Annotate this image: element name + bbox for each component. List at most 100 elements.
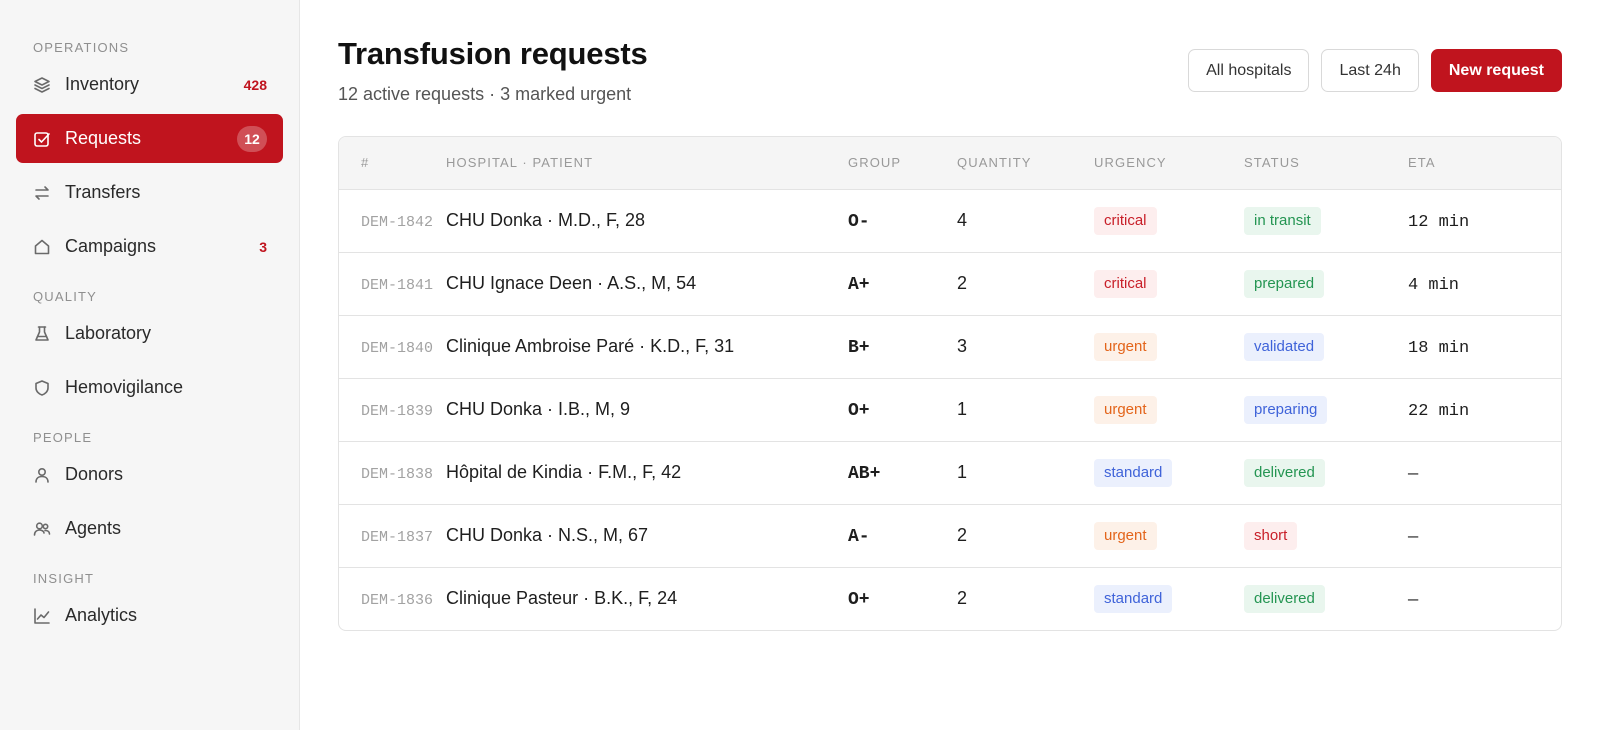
urgency-badge: standard [1094, 584, 1173, 613]
sidebar-item-count-badge: 428 [243, 76, 267, 93]
blood-group: A+ [848, 274, 870, 295]
page-subtitle: 12 active requests · 3 marked urgent [338, 84, 632, 104]
blood-group: O- [848, 211, 870, 232]
sidebar-item-laboratory[interactable]: Laboratory [16, 309, 283, 358]
sidebar-item-hemovigilance[interactable]: Hemovigilance [16, 363, 283, 412]
sidebar-item-label: Campaigns [65, 236, 157, 256]
urgency-badge: standard [1094, 458, 1173, 487]
sidebar-item-label: Hemovigilance [65, 377, 184, 397]
eta: — [1408, 590, 1419, 610]
blood-group: O+ [848, 589, 870, 610]
urgency-badge: critical [1094, 206, 1157, 235]
hospital-patient: CHU Donka · I.B., M, 9 [446, 399, 631, 419]
status-badge: prepared [1244, 269, 1325, 298]
swap-arrows-icon [32, 183, 52, 203]
quantity: 4 [957, 210, 968, 230]
quantity: 2 [957, 273, 968, 293]
table-header-row: # HOSPITAL · PATIENT GROUP QUANTITY URGE… [339, 137, 1561, 190]
status-badge: delivered [1244, 458, 1325, 487]
urgency-badge: critical [1094, 269, 1157, 298]
hospital-patient: CHU Donka · N.S., M, 67 [446, 525, 649, 545]
sidebar-item-label: Agents [65, 518, 122, 538]
request-id: DEM-1839 [361, 403, 434, 420]
shield-icon [32, 378, 52, 398]
sidebar-item-transfers[interactable]: Transfers [16, 168, 283, 217]
col-header-quantity[interactable]: QUANTITY [957, 137, 1094, 190]
sidebar-item-analytics[interactable]: Analytics [16, 591, 283, 640]
sidebar-item-count-badge: 3 [259, 238, 267, 255]
quantity: 1 [957, 399, 968, 419]
sidebar-item-label: Laboratory [65, 323, 152, 343]
sidebar: OPERATIONS Inventory 428 Requests 12 Transfer… [0, 0, 300, 730]
status-badge: preparing [1244, 395, 1328, 424]
sidebar-section-title: QUALITY [33, 289, 98, 304]
sidebar-section-quality: QUALITY Laboratory Hemovigilance [0, 285, 299, 412]
col-header-urgency[interactable]: URGENCY [1094, 137, 1244, 190]
checkbox-icon [32, 129, 52, 149]
request-id: DEM-1841 [361, 277, 434, 294]
sidebar-item-label: Transfers [65, 182, 141, 202]
sidebar-item-label: Inventory [65, 74, 140, 94]
table-row[interactable]: DEM-1839 CHU Donka · I.B., M, 9 O+ 1 urgent p… [339, 378, 1561, 442]
user-icon [32, 465, 52, 485]
sidebar-section-title: PEOPLE [33, 430, 93, 445]
table-row[interactable]: DEM-1838 Hôpital de Kindia · F.M., F, 42 A… [339, 441, 1561, 505]
sidebar-item-agents[interactable]: Agents [16, 504, 283, 553]
request-id: DEM-1842 [361, 214, 434, 231]
sidebar-item-donors[interactable]: Donors [16, 450, 283, 499]
sidebar-item-inventory[interactable]: Inventory 428 [16, 60, 283, 109]
table-row[interactable]: DEM-1837 CHU Donka · N.S., M, 67 A- 2 urgent… [339, 504, 1561, 568]
sidebar-section-title: INSIGHT [33, 571, 95, 586]
col-header-group[interactable]: GROUP [848, 137, 957, 190]
blood-group: O+ [848, 400, 870, 421]
sidebar-item-label: Requests [65, 128, 142, 148]
eta: 12 min [1408, 212, 1470, 232]
quantity: 2 [957, 588, 968, 609]
quantity: 2 [957, 525, 968, 545]
quantity: 3 [957, 336, 968, 356]
hospital-patient: CHU Donka · M.D., F, 28 [446, 210, 646, 230]
urgency-badge: urgent [1094, 332, 1157, 361]
sidebar-item-label: Analytics [65, 605, 138, 625]
table-row[interactable]: DEM-1841 CHU Ignace Deen · A.S., M, 54 A+ 2… [339, 252, 1561, 316]
status-badge: validated [1244, 332, 1325, 361]
time-range-button[interactable]: Last 24h [1321, 49, 1419, 92]
requests-table: # HOSPITAL · PATIENT GROUP QUANTITY URGE… [338, 136, 1562, 631]
eta: 18 min [1408, 338, 1470, 358]
blood-group: A- [848, 526, 870, 547]
sidebar-section-insight: INSIGHT Analytics [0, 567, 299, 640]
urgency-badge: urgent [1094, 395, 1157, 424]
hospital-patient: Clinique Ambroise Paré · K.D., F, 31 [446, 336, 735, 356]
sidebar-item-count-badge: 12 [237, 125, 267, 152]
table-row[interactable]: DEM-1840 Clinique Ambroise Paré · K.D., F… [339, 315, 1561, 379]
col-header-eta[interactable]: ETA [1408, 137, 1561, 190]
house-icon [32, 237, 52, 257]
hospital-patient: Clinique Pasteur · B.K., F, 24 [446, 588, 678, 609]
col-header-id[interactable]: # [339, 137, 446, 190]
col-header-status[interactable]: STATUS [1244, 137, 1408, 190]
flask-icon [32, 324, 52, 344]
status-badge: in transit [1244, 206, 1321, 235]
eta: — [1408, 464, 1419, 484]
request-id: DEM-1836 [361, 592, 434, 610]
eta: 4 min [1408, 275, 1460, 295]
users-icon [32, 519, 52, 539]
request-id: DEM-1840 [361, 340, 434, 357]
request-id: DEM-1837 [361, 529, 434, 546]
sidebar-item-requests[interactable]: Requests 12 [16, 114, 283, 163]
eta: 22 min [1408, 401, 1470, 421]
header-actions: All hospitals Last 24h New request [1188, 49, 1562, 92]
table-row[interactable]: DEM-1842 CHU Donka · M.D., F, 28 O- 4 critic… [339, 189, 1561, 253]
sidebar-section-title: OPERATIONS [33, 40, 130, 55]
eta: — [1408, 527, 1419, 547]
new-request-button[interactable]: New request [1430, 49, 1562, 92]
sidebar-item-campaigns[interactable]: Campaigns 3 [16, 222, 283, 271]
hospital-filter-button[interactable]: All hospitals [1188, 49, 1310, 92]
request-id: DEM-1838 [361, 466, 434, 483]
table-row[interactable]: DEM-1836 Clinique Pasteur · B.K., F, 24 O+… [339, 567, 1561, 630]
blood-group: AB+ [848, 463, 881, 484]
line-chart-icon [32, 606, 52, 626]
sidebar-item-label: Donors [65, 464, 124, 484]
col-header-hospital-patient[interactable]: HOSPITAL · PATIENT [446, 137, 848, 190]
sidebar-section-people: PEOPLE Donors Agents [0, 426, 299, 553]
